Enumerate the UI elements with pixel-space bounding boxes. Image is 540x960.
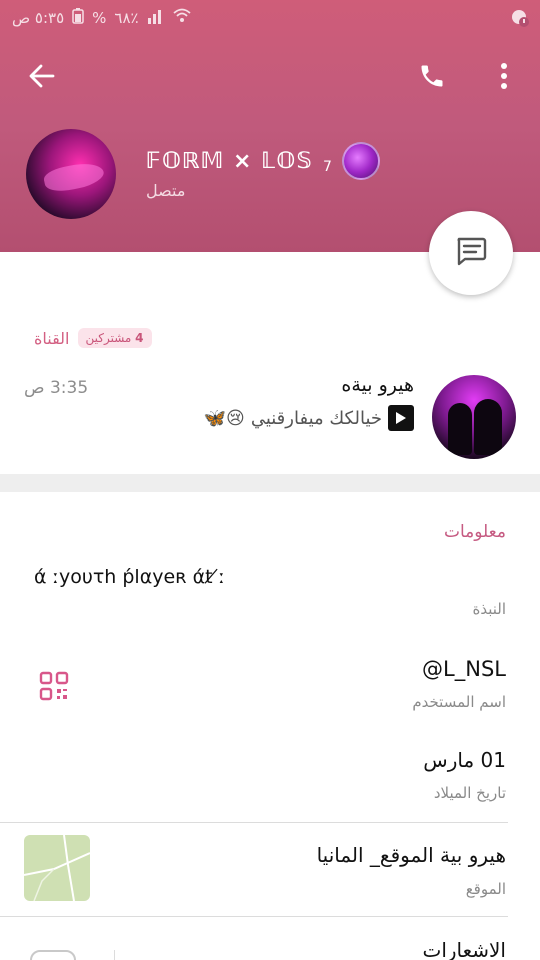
- subscribers-count: 4: [135, 331, 144, 345]
- section-separator: [0, 474, 540, 492]
- status-right: [510, 8, 530, 32]
- divider: [0, 916, 508, 917]
- moon-emoji-icon: [341, 142, 380, 180]
- notifications-label: الاشعارات: [422, 938, 506, 960]
- bio-label: النبذة: [472, 600, 506, 618]
- channel-name: هيرو بيةه: [341, 374, 414, 396]
- subscribers-badge: 4 مشتركين: [77, 328, 152, 348]
- chat-time: 3:35 ص: [24, 378, 89, 398]
- status-bar: ٥:٣٥ ص % ٦٨٪: [0, 6, 540, 32]
- username-value[interactable]: @L_NSL: [422, 657, 506, 681]
- channel-chat-row[interactable]: هيرو بيةه 3:35 ص خيالكك ميفارقنيي 😢🦋: [0, 372, 540, 468]
- message-icon: [453, 233, 489, 273]
- profile-title-row: 𝔽𝕆ℝ𝕄 × 𝕃𝕆𝕊 7: [146, 142, 380, 180]
- battery-percent-symbol: %: [92, 9, 107, 27]
- back-arrow-icon: [28, 62, 56, 94]
- channel-label: القناة: [34, 328, 70, 348]
- phone-icon: [418, 62, 446, 94]
- map-thumbnail[interactable]: [24, 835, 90, 901]
- profile-name: 𝔽𝕆ℝ𝕄 × 𝕃𝕆𝕊: [146, 148, 314, 174]
- status-left: ٥:٣٥ ص % ٦٨٪: [12, 8, 191, 28]
- back-button[interactable]: [20, 56, 64, 100]
- qr-code-icon: [39, 671, 69, 705]
- info-section-title: معلومات: [443, 522, 506, 542]
- signal-icon: [147, 8, 165, 28]
- channel-label-row: القناة 4 مشتركين: [34, 328, 152, 348]
- notification-dot-icon: [510, 10, 530, 32]
- wifi-icon: [173, 8, 191, 28]
- chat-preview: خيالكك ميفارقنيي 😢🦋: [204, 405, 414, 431]
- chat-emojis: 😢🦋: [203, 407, 245, 429]
- subscribers-label: مشتركين: [85, 331, 132, 345]
- call-button[interactable]: [410, 56, 454, 100]
- chat-message-text: خيالكك ميفارقنيي: [250, 407, 382, 429]
- send-message-button[interactable]: [429, 211, 513, 295]
- divider: [0, 822, 508, 823]
- birthday-value: 01 مارس: [423, 748, 506, 772]
- battery-percent: ٦٨٪: [114, 9, 139, 27]
- birthday-label: تاريخ الميلاد: [433, 784, 506, 802]
- play-icon: [388, 405, 414, 431]
- username-label: اسم المستخدم: [412, 693, 506, 711]
- profile-avatar[interactable]: [26, 129, 116, 219]
- qr-code-button[interactable]: [39, 671, 69, 705]
- battery-icon: [72, 8, 84, 28]
- bio-text: ά ːyoυτh ṕlαyeʀ άt ̸ː: [34, 566, 226, 588]
- location-value: هيرو بية الموقع_ المانيا: [316, 843, 506, 867]
- status-time: ٥:٣٥ ص: [12, 9, 65, 27]
- app-bar: [0, 56, 540, 104]
- toggle-separator: [114, 950, 115, 960]
- profile-status: متصل: [146, 181, 186, 200]
- more-vert-icon: [500, 62, 508, 94]
- notifications-toggle[interactable]: [30, 950, 76, 960]
- channel-avatar: [432, 375, 516, 459]
- location-label: الموقع: [465, 880, 506, 898]
- profile-name-subscript: 7: [323, 159, 332, 175]
- more-options-button[interactable]: [482, 56, 526, 100]
